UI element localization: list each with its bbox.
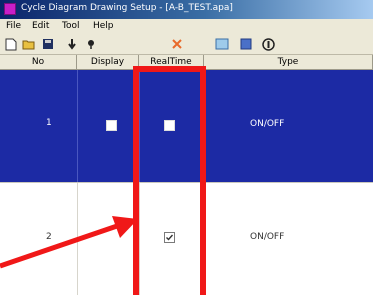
new-file-icon[interactable] — [4, 37, 18, 51]
display-checkbox[interactable] — [106, 120, 117, 131]
menu-file[interactable]: File — [6, 21, 21, 31]
window-title: Cycle Diagram Drawing Setup - [A-B_TEST.… — [21, 3, 233, 13]
row-number: 2 — [46, 232, 52, 242]
menu-tool[interactable]: Tool — [62, 21, 79, 31]
menu-help[interactable]: Help — [93, 21, 114, 31]
cell-divider — [77, 183, 78, 295]
arrow-down-icon[interactable] — [65, 37, 79, 51]
type-value: ON/OFF — [250, 119, 285, 129]
column-header-display[interactable]: Display — [77, 55, 139, 70]
delete-x-icon[interactable] — [170, 37, 184, 51]
save-disk-icon[interactable] — [41, 37, 55, 51]
toolbar — [0, 34, 373, 55]
realtime-highlight-box — [133, 66, 206, 295]
grid-icon[interactable] — [239, 37, 253, 51]
pin-icon[interactable] — [84, 37, 98, 51]
open-folder-icon[interactable] — [22, 37, 36, 51]
menu-edit[interactable]: Edit — [32, 21, 49, 31]
menu-bar: File Edit Tool Help — [0, 19, 373, 34]
column-header-type[interactable]: Type — [204, 55, 373, 70]
title-bar[interactable]: Cycle Diagram Drawing Setup - [A-B_TEST.… — [0, 0, 373, 19]
app-window: Cycle Diagram Drawing Setup - [A-B_TEST.… — [0, 0, 373, 295]
cell-divider — [77, 70, 78, 182]
type-value: ON/OFF — [250, 232, 285, 242]
row-number: 1 — [46, 118, 52, 128]
info-icon[interactable] — [261, 37, 275, 51]
app-icon — [4, 3, 16, 15]
window-icon[interactable] — [215, 37, 229, 51]
column-header-no[interactable]: No — [0, 55, 77, 70]
